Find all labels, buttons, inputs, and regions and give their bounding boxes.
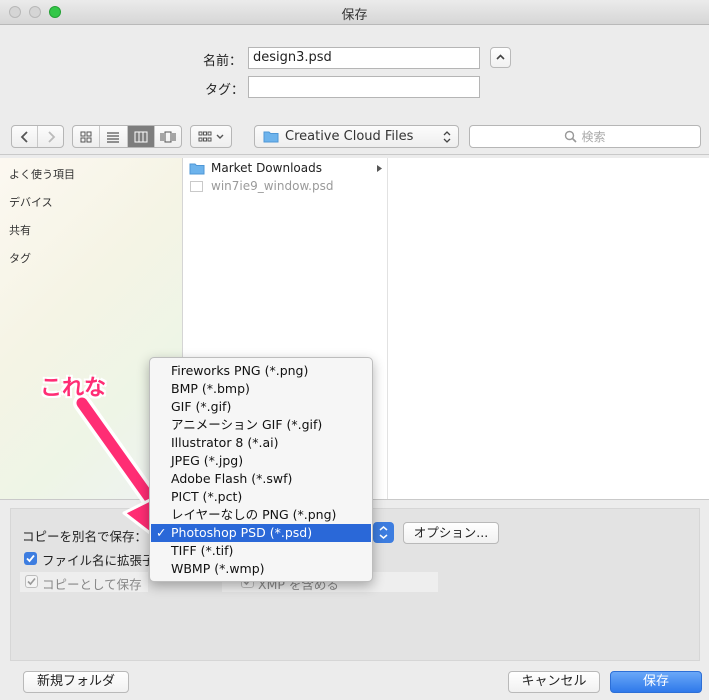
sidebar-item-tags[interactable]: タグ bbox=[9, 250, 31, 266]
list-item[interactable]: Market Downloads bbox=[187, 161, 383, 177]
arrange-button[interactable] bbox=[190, 125, 232, 148]
grid-icon bbox=[80, 131, 92, 142]
tag-input[interactable] bbox=[248, 76, 480, 98]
save-button[interactable]: 保存 bbox=[610, 671, 702, 693]
menu-item-pict[interactable]: PICT (*.pct) bbox=[151, 488, 371, 506]
menu-item-photoshop-psd[interactable]: ✓ Photoshop PSD (*.psd) bbox=[151, 524, 371, 542]
options-button[interactable]: オプション... bbox=[403, 522, 499, 544]
location-label: Creative Cloud Files bbox=[285, 129, 414, 144]
menu-item-tiff[interactable]: TIFF (*.tif) bbox=[151, 542, 371, 560]
name-label: 名前： bbox=[203, 54, 243, 69]
forward-button[interactable] bbox=[38, 126, 63, 147]
menu-item-label: Photoshop PSD (*.psd) bbox=[171, 525, 313, 540]
chevron-up-icon bbox=[496, 54, 505, 60]
cancel-button[interactable]: キャンセル bbox=[508, 671, 600, 693]
new-folder-button[interactable]: 新規フォルダ bbox=[23, 671, 129, 693]
chevron-down-icon bbox=[216, 134, 223, 139]
disclosure-arrow-icon bbox=[377, 165, 382, 172]
back-button[interactable] bbox=[12, 126, 38, 147]
menu-item-flash[interactable]: Adobe Flash (*.swf) bbox=[151, 470, 371, 488]
list-item[interactable]: win7ie9_window.psd bbox=[187, 179, 383, 195]
menu-item-flat-png[interactable]: レイヤーなしの PNG (*.png) bbox=[151, 506, 371, 524]
cover-flow-icon bbox=[160, 131, 176, 142]
menu-item-bmp[interactable]: BMP (*.bmp) bbox=[151, 380, 371, 398]
sidebar-item-favorites[interactable]: よく使う項目 bbox=[9, 166, 75, 182]
search-field[interactable]: 検索 bbox=[469, 125, 701, 148]
updown-icon bbox=[379, 526, 388, 539]
updown-icon bbox=[443, 131, 451, 143]
file-name: win7ie9_window.psd bbox=[211, 179, 334, 193]
back-forward-control bbox=[11, 125, 64, 148]
folder-name: Market Downloads bbox=[211, 161, 322, 175]
chevron-right-icon bbox=[47, 130, 55, 143]
list-icon bbox=[107, 131, 120, 143]
tag-label: タグ： bbox=[205, 83, 245, 98]
chevron-left-icon bbox=[20, 130, 28, 143]
menu-item-wbmp[interactable]: WBMP (*.wmp) bbox=[151, 560, 371, 578]
extension-checkbox[interactable] bbox=[24, 552, 37, 565]
checkmark-icon bbox=[27, 577, 36, 586]
format-popup-arrows[interactable] bbox=[373, 522, 394, 543]
format-menu: Fireworks PNG (*.png) BMP (*.bmp) GIF (*… bbox=[149, 357, 373, 582]
list-view-button[interactable] bbox=[100, 126, 128, 147]
filename-input[interactable]: design3.psd bbox=[248, 47, 480, 69]
icon-view-button[interactable] bbox=[73, 126, 101, 147]
file-icon bbox=[190, 181, 203, 192]
save-as-copy-checkbox[interactable] bbox=[25, 575, 38, 588]
checkmark-icon: ✓ bbox=[156, 525, 167, 540]
sidebar-item-devices[interactable]: デバイス bbox=[9, 194, 53, 210]
menu-item-animated-gif[interactable]: アニメーション GIF (*.gif) bbox=[151, 416, 371, 434]
menu-item-fireworks-png[interactable]: Fireworks PNG (*.png) bbox=[151, 362, 371, 380]
folder-icon bbox=[263, 131, 279, 143]
save-as-copy-label: コピーとして保存 bbox=[42, 577, 142, 592]
menu-item-gif[interactable]: GIF (*.gif) bbox=[151, 398, 371, 416]
location-popup[interactable]: Creative Cloud Files bbox=[254, 125, 459, 148]
divider bbox=[0, 154, 709, 155]
menu-item-illustrator[interactable]: Illustrator 8 (*.ai) bbox=[151, 434, 371, 452]
sidebar-item-shared[interactable]: 共有 bbox=[9, 222, 31, 238]
folder-icon bbox=[189, 163, 205, 175]
columns-icon bbox=[134, 131, 148, 142]
collapse-button[interactable] bbox=[490, 47, 511, 68]
column-view-button[interactable] bbox=[127, 126, 155, 147]
preview-column bbox=[388, 158, 709, 500]
search-placeholder: 検索 bbox=[581, 130, 606, 144]
window-title: 保存 bbox=[341, 8, 368, 23]
cover-flow-button[interactable] bbox=[155, 126, 181, 147]
checkmark-icon bbox=[26, 554, 35, 563]
view-mode-control bbox=[72, 125, 182, 148]
annotation-label: これな bbox=[40, 376, 107, 401]
menu-item-jpeg[interactable]: JPEG (*.jpg) bbox=[151, 452, 371, 470]
search-icon bbox=[565, 130, 578, 143]
arrange-grid-icon bbox=[198, 131, 211, 141]
